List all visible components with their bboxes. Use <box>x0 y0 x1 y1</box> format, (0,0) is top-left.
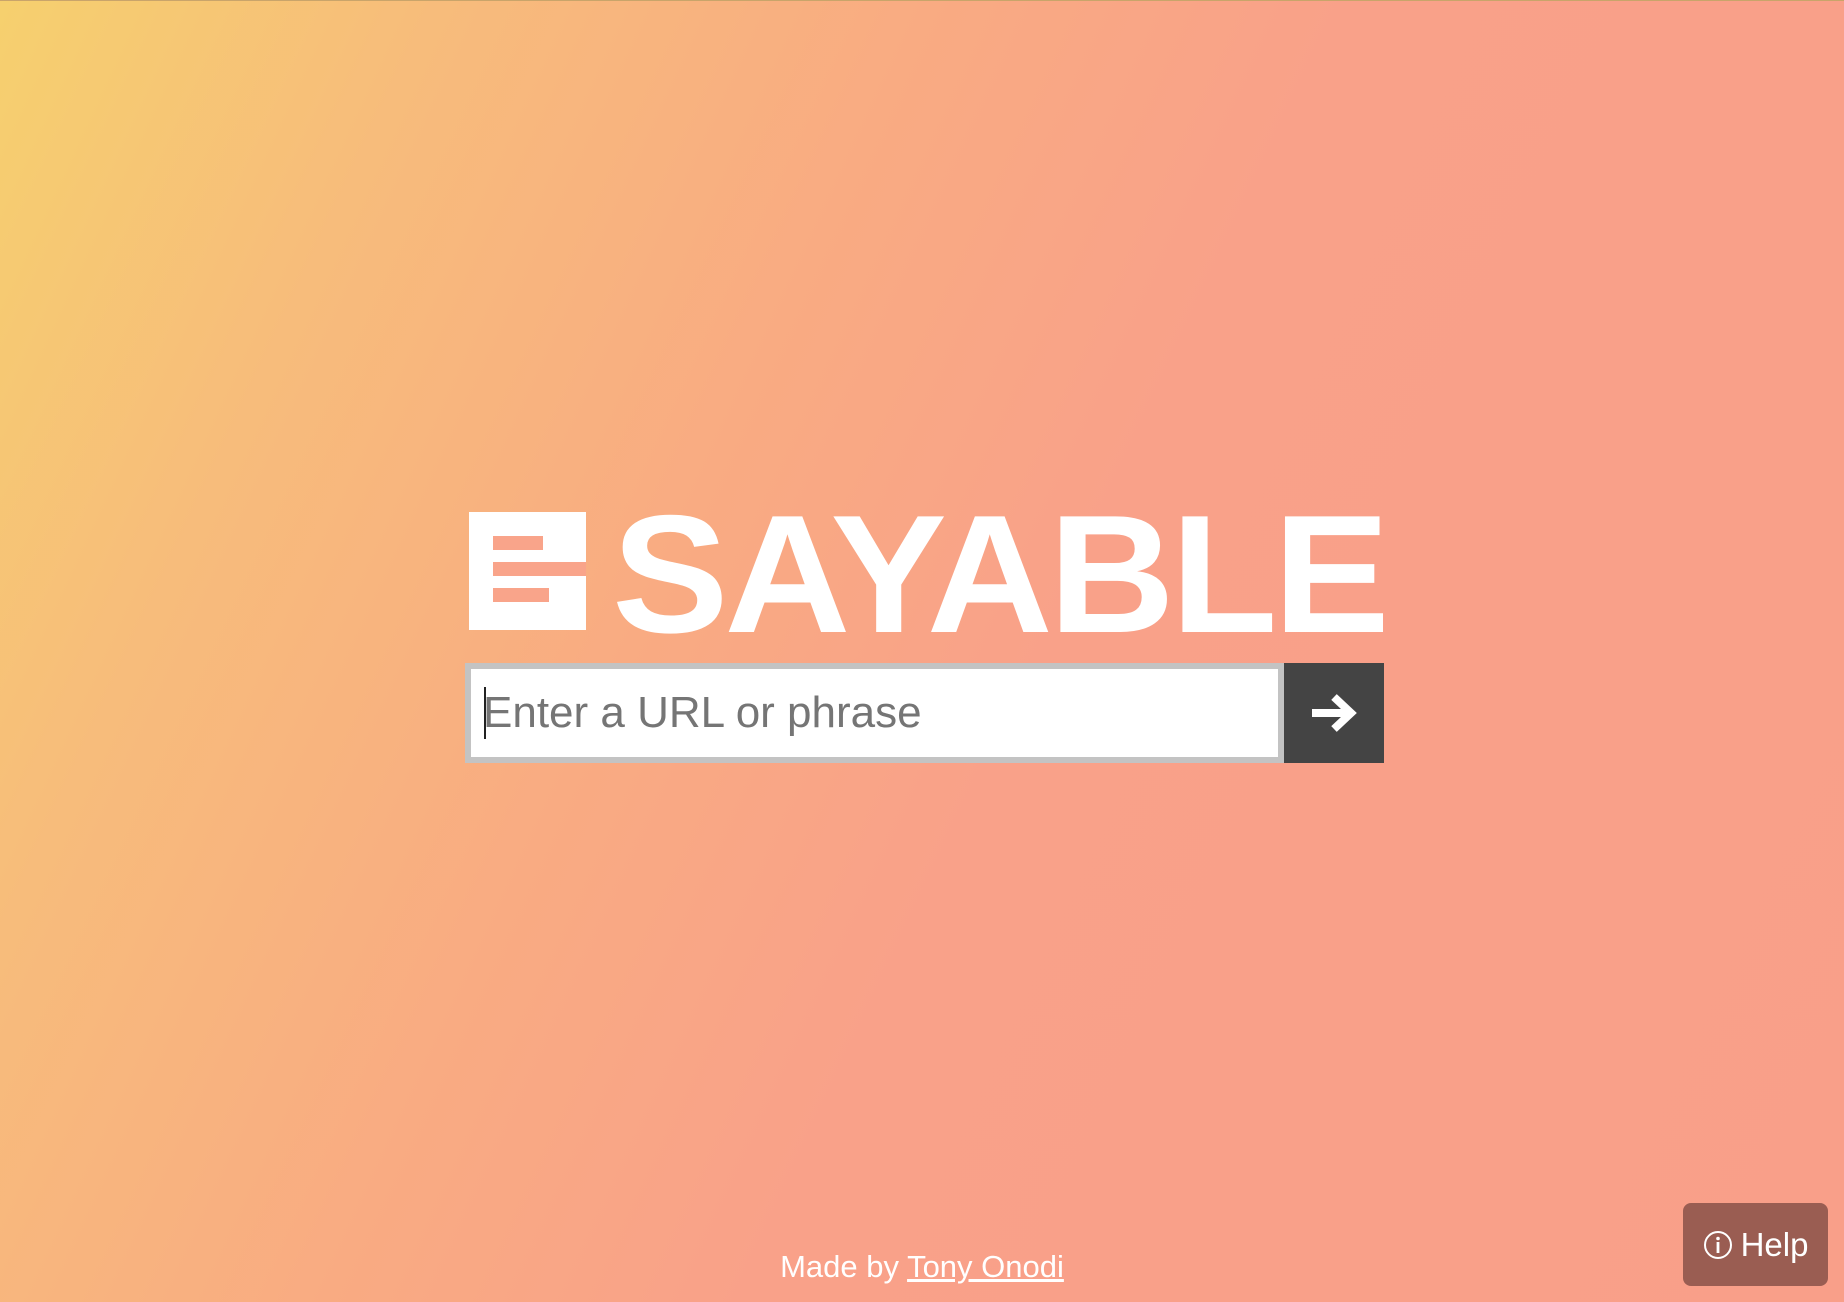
brand-name: SAYABLE <box>612 480 1390 668</box>
arrow-right-icon <box>1312 694 1357 732</box>
help-label: Help <box>1740 1225 1809 1263</box>
search-input[interactable] <box>471 669 1278 757</box>
footer: Made by Tony Onodi <box>0 1249 1844 1285</box>
submit-button[interactable] <box>1284 663 1384 763</box>
logo: SAYABLE <box>469 490 1390 658</box>
search-form <box>465 663 1384 763</box>
info-circle-icon <box>1703 1230 1732 1259</box>
search-input-border <box>465 663 1284 763</box>
help-button[interactable]: Help <box>1683 1203 1828 1286</box>
author-link[interactable]: Tony Onodi <box>907 1249 1064 1284</box>
sayable-logo-icon <box>469 512 586 630</box>
text-caret <box>484 687 486 739</box>
footer-prefix: Made by <box>780 1249 908 1284</box>
